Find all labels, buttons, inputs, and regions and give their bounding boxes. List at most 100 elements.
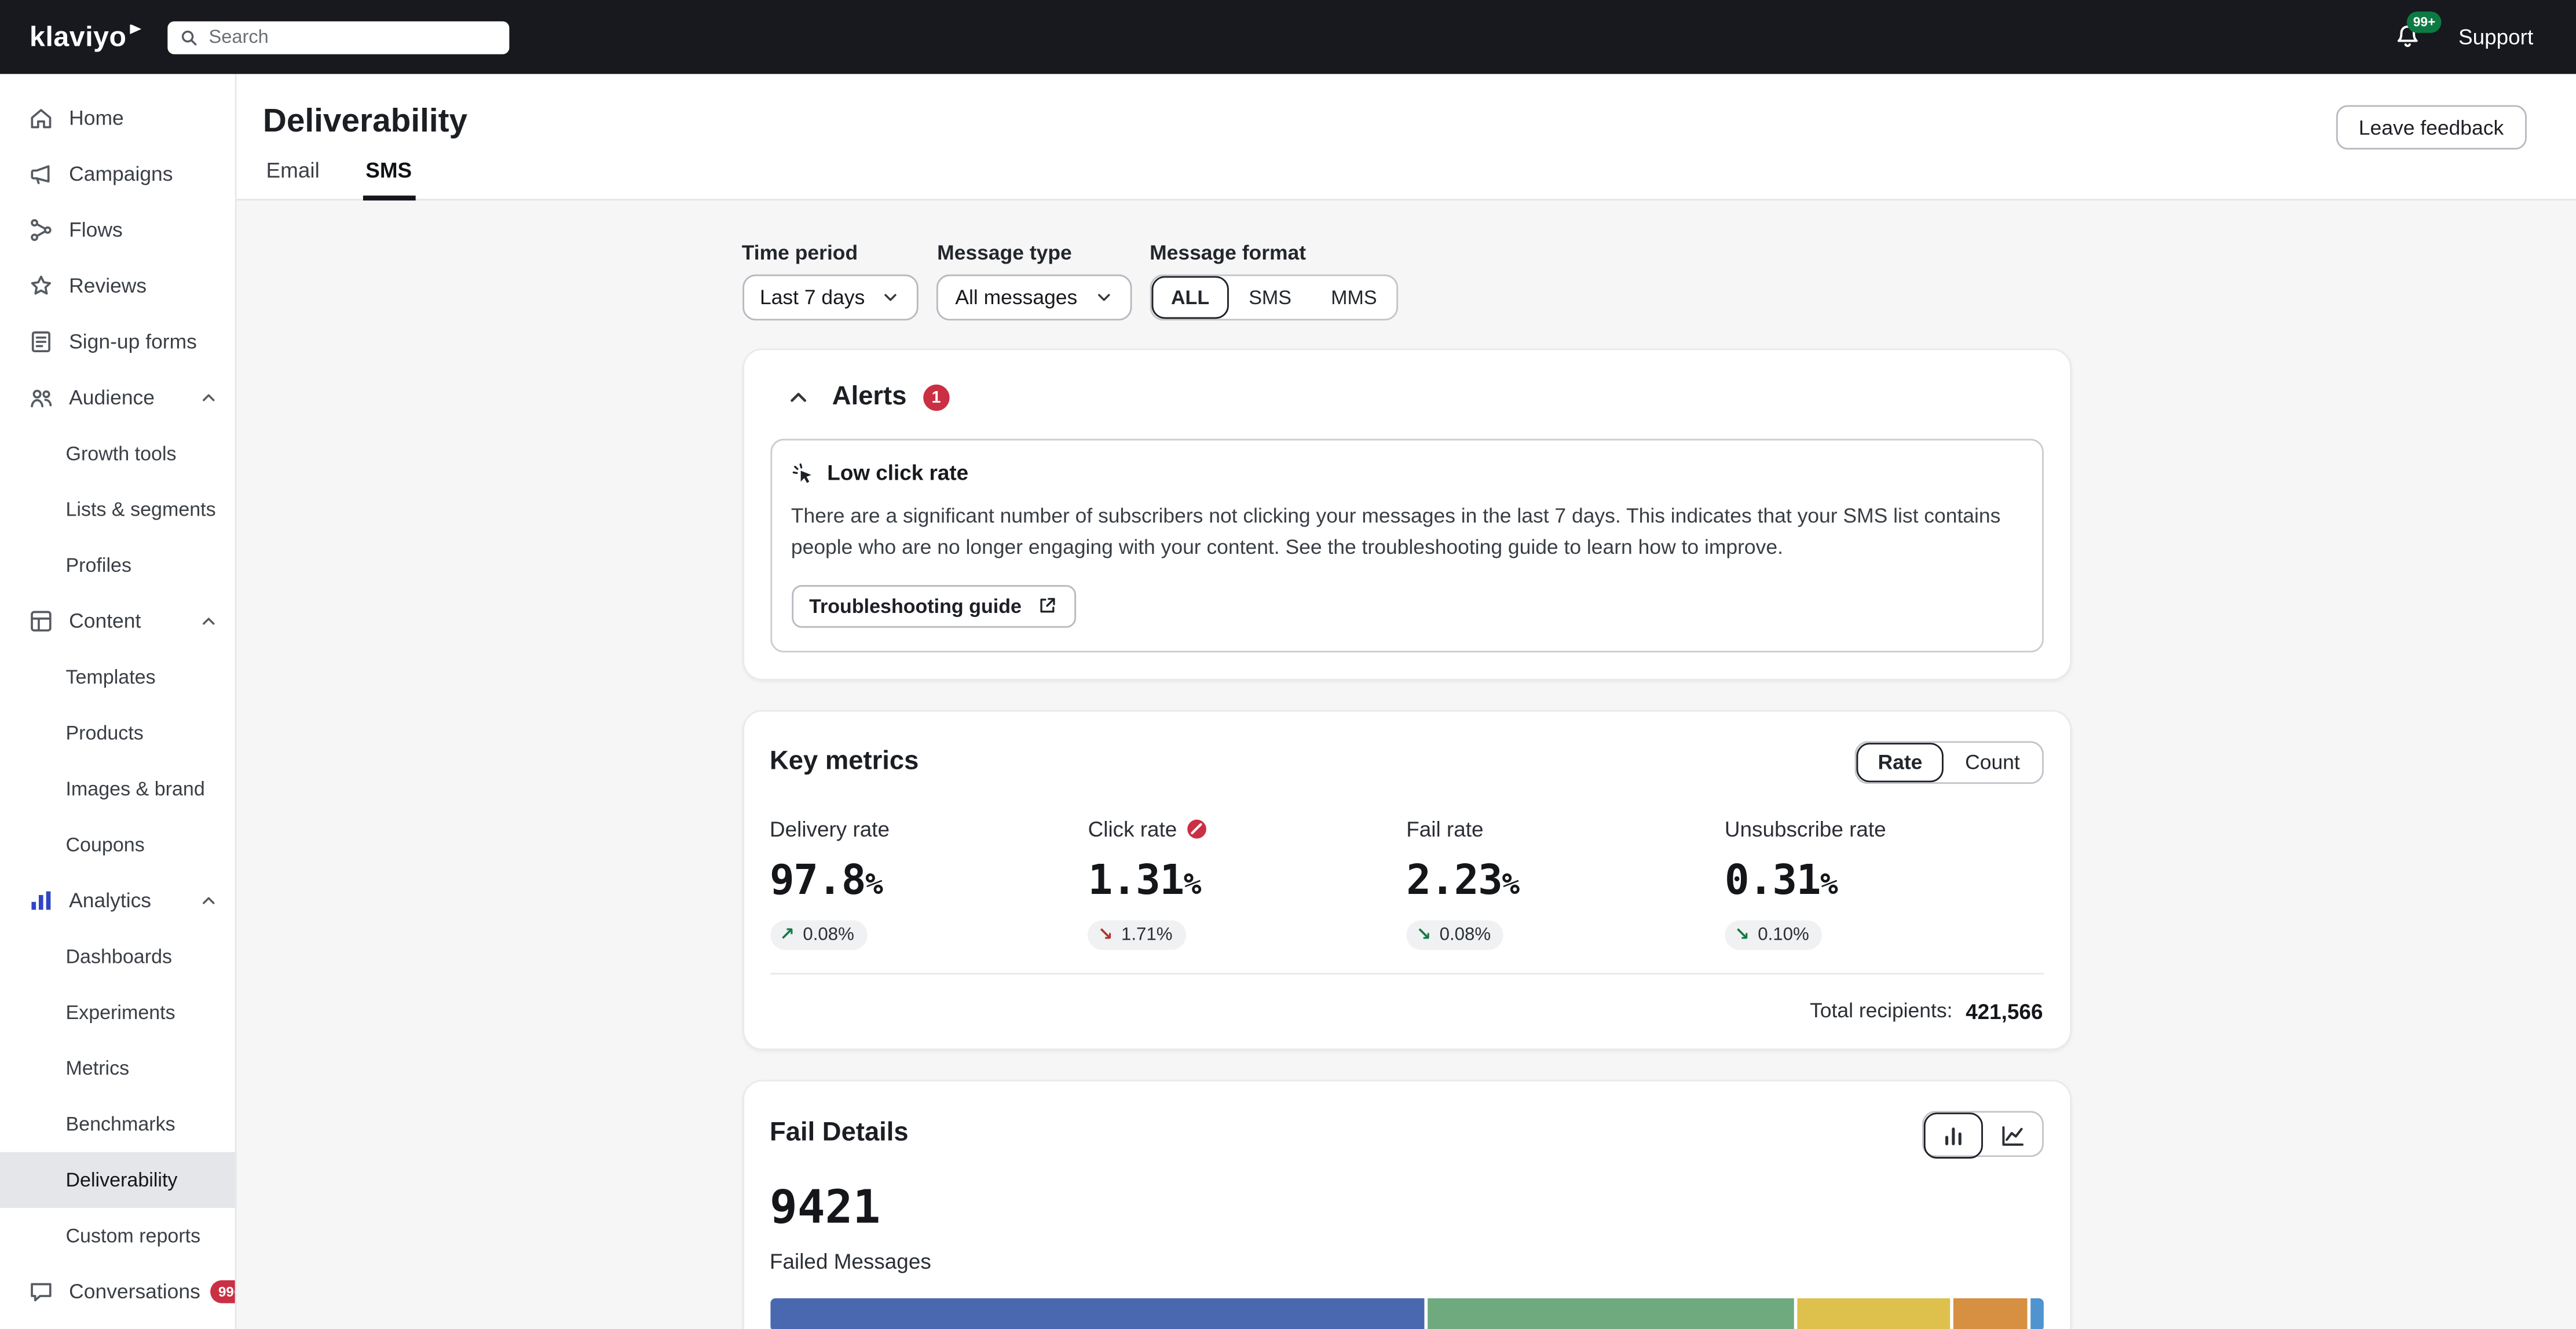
search-box[interactable] xyxy=(168,20,510,53)
sidebar-item-sign-up-forms[interactable]: Sign-up forms xyxy=(0,314,235,370)
sidebar-item-reviews[interactable]: Reviews xyxy=(0,258,235,313)
chevron-down-icon xyxy=(881,287,901,307)
metric-delivery-rate: Delivery rate97.8%↗0.08% xyxy=(770,816,1088,950)
time-period-select[interactable]: Last 7 days xyxy=(742,275,919,320)
sidebar-nav: HomeCampaignsFlowsReviewsSign-up forms Au… xyxy=(0,90,235,1320)
sidebar-item-lists-segments[interactable]: Lists & segments xyxy=(0,481,235,537)
line-chart-toggle-button[interactable] xyxy=(1982,1112,2041,1158)
main-content: Deliverability Leave feedback Email SMS … xyxy=(236,74,2576,1329)
sidebar-item-label: Deliverability xyxy=(65,1169,177,1192)
metric-label: Delivery rate xyxy=(770,816,890,841)
metric-alert-icon xyxy=(1187,818,1208,839)
sidebar-item-flows[interactable]: Flows xyxy=(0,202,235,258)
sidebar-item-campaigns[interactable]: Campaigns xyxy=(0,146,235,202)
message-type-label: Message type xyxy=(937,242,1132,265)
flows-icon xyxy=(28,217,54,243)
sidebar-item-coupons[interactable]: Coupons xyxy=(0,817,235,872)
notifications-button[interactable]: 99+ xyxy=(2394,23,2422,51)
rate-toggle-button[interactable]: Rate xyxy=(1857,742,1944,782)
metrics-row: Delivery rate97.8%↗0.08%Click rate1.31%↘… xyxy=(770,816,2043,956)
metric-value: 1.31% xyxy=(1088,856,1407,903)
tab-bar: Email SMS xyxy=(263,148,415,200)
metric-label-row: Unsubscribe rate xyxy=(1725,816,2043,841)
sidebar-item-experiments[interactable]: Experiments xyxy=(0,984,235,1040)
sidebar-item-custom-reports[interactable]: Custom reports xyxy=(0,1208,235,1264)
metric-value: 2.23% xyxy=(1406,856,1725,903)
time-period-filter: Time period Last 7 days xyxy=(742,242,919,320)
analytics-icon xyxy=(28,888,54,914)
alerts-header: Alerts 1 xyxy=(770,373,2043,439)
bar-segment-device-disconnected[interactable] xyxy=(1797,1298,1951,1329)
count-toggle-button[interactable]: Count xyxy=(1944,742,2041,782)
sidebar-item-label: Images & brand xyxy=(65,777,204,801)
external-link-icon xyxy=(1036,596,1058,617)
chevron-up-icon xyxy=(786,386,809,410)
format-all-button[interactable]: ALL xyxy=(1151,276,1229,319)
sidebar-item-content[interactable]: Content xyxy=(0,593,235,649)
page-title: Deliverability xyxy=(263,104,2527,141)
sidebar-item-label: Profiles xyxy=(65,554,131,577)
bar-chart-icon xyxy=(1940,1122,1966,1148)
tab-email[interactable]: Email xyxy=(263,148,323,200)
support-link[interactable]: Support xyxy=(2458,25,2533,50)
sidebar-item-home[interactable]: Home xyxy=(0,90,235,146)
bar-segment-carrier-violation[interactable] xyxy=(1954,1298,2027,1329)
content-icon xyxy=(28,608,54,634)
sidebar-item-templates[interactable]: Templates xyxy=(0,649,235,705)
sidebar-item-benchmarks[interactable]: Benchmarks xyxy=(0,1096,235,1152)
topbar-right: 99+ Support xyxy=(2394,23,2546,51)
leave-feedback-button[interactable]: Leave feedback xyxy=(2336,105,2527,150)
trend-value: 0.10% xyxy=(1758,925,1809,944)
sidebar-item-audience[interactable]: Audience xyxy=(0,370,235,425)
sidebar-item-label: Audience xyxy=(69,386,155,410)
alerts-card: Alerts 1 Low click rate There are a sign… xyxy=(742,348,2071,680)
format-mms-button[interactable]: MMS xyxy=(1311,276,1397,319)
fail-details-card: Fail Details 9421 Failed Messages Device… xyxy=(742,1079,2071,1329)
campaigns-icon xyxy=(28,161,54,187)
trend-value: 1.71% xyxy=(1121,925,1173,944)
bar-chart-toggle-button[interactable] xyxy=(1923,1112,1982,1158)
sidebar-item-metrics[interactable]: Metrics xyxy=(0,1040,235,1096)
audience-icon xyxy=(28,385,54,411)
fail-details-header: Fail Details xyxy=(770,1104,2043,1167)
bar-segment-invalid-mobile-number[interactable] xyxy=(2030,1298,2043,1329)
message-type-select[interactable]: All messages xyxy=(937,275,1132,320)
sidebar-item-growth-tools[interactable]: Growth tools xyxy=(0,426,235,481)
search-input[interactable] xyxy=(208,27,497,47)
sidebar-item-conversations[interactable]: Conversations99+ xyxy=(0,1264,235,1319)
trend-down-icon: ↘ xyxy=(1735,924,1750,945)
line-chart-icon xyxy=(1999,1122,2025,1148)
sidebar-item-label: Templates xyxy=(65,666,155,689)
format-sms-button[interactable]: SMS xyxy=(1229,276,1311,319)
sidebar-item-images-brand[interactable]: Images & brand xyxy=(0,761,235,816)
bar-segment-device-unreachable[interactable] xyxy=(770,1298,1425,1329)
sidebar-item-dashboards[interactable]: Dashboards xyxy=(0,929,235,984)
sidebar-item-products[interactable]: Products xyxy=(0,705,235,761)
alert-title-row: Low click rate xyxy=(791,460,2022,485)
klaviyo-logo[interactable]: klaviyo xyxy=(30,20,141,53)
sidebar-item-deliverability[interactable]: Deliverability xyxy=(0,1152,235,1208)
message-format-label: Message format xyxy=(1150,242,1398,265)
message-type-value: All messages xyxy=(955,286,1077,309)
key-metrics-card: Key metrics Rate Count Delivery rate97.8… xyxy=(742,710,2071,1050)
metric-fail-rate: Fail rate2.23%↘0.08% xyxy=(1406,816,1725,950)
bar-segment-unknown-error[interactable] xyxy=(1428,1298,1794,1329)
sidebar-item-analytics[interactable]: Analytics xyxy=(0,872,235,928)
chart-view-toggle xyxy=(1922,1111,2043,1156)
chevron-up-icon xyxy=(199,388,218,407)
sidebar-item-label: Coupons xyxy=(65,833,144,856)
metric-label: Unsubscribe rate xyxy=(1725,816,1886,841)
sidebar-item-label: Experiments xyxy=(65,1001,175,1024)
troubleshooting-guide-button[interactable]: Troubleshooting guide xyxy=(791,585,1076,627)
fail-bar xyxy=(770,1298,2043,1329)
metrics-footer: Total recipients: 421,566 xyxy=(770,974,2043,1048)
alert-description: There are a significant number of subscr… xyxy=(791,501,2022,565)
tab-sms[interactable]: SMS xyxy=(363,148,415,200)
metric-value: 97.8% xyxy=(770,856,1088,903)
sidebar-item-profiles[interactable]: Profiles xyxy=(0,538,235,593)
collapse-alerts-button[interactable] xyxy=(780,379,815,415)
time-period-label: Time period xyxy=(742,242,919,265)
trend-up-icon: ↗ xyxy=(780,924,795,945)
trend-value: 0.08% xyxy=(1440,925,1491,944)
filters-bar: Time period Last 7 days Message type All… xyxy=(742,242,2071,320)
